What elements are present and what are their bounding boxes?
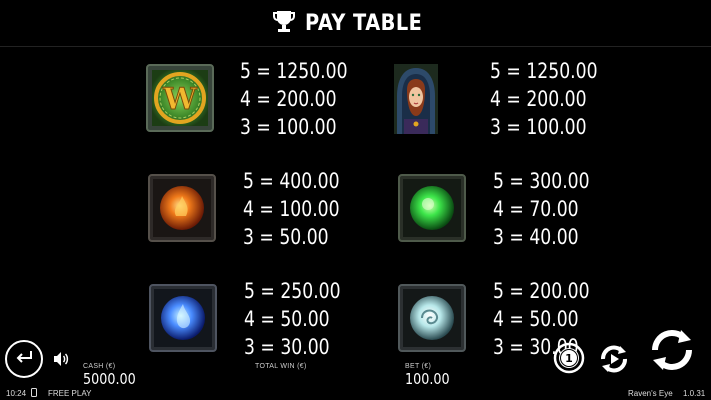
paytable-header: PAY TABLE: [0, 0, 711, 46]
pay-line-4: 4 = 50.00: [493, 307, 579, 331]
play-mode: FREE PLAY: [48, 389, 92, 398]
coin-stack-icon: 1: [553, 342, 585, 374]
pay-line-3: 3 = 50.00: [243, 225, 329, 249]
paytable-values-hooded-woman: 5 = 1250.00 4 = 200.00 3 = 100.00: [490, 57, 598, 141]
spin-button[interactable]: [648, 326, 696, 374]
back-button[interactable]: [5, 340, 43, 378]
sound-toggle-button[interactable]: [52, 350, 70, 368]
pay-line-5: 5 = 250.00: [244, 279, 341, 303]
status-bar: 10:24 FREE PLAY Raven's Eye 1.0.31: [0, 387, 711, 400]
total-win-label: TOTAL WIN (€): [255, 363, 307, 370]
pay-line-5: 5 = 1250.00: [240, 59, 348, 83]
device-icon: [31, 388, 37, 399]
pay-line-3: 3 = 100.00: [490, 115, 587, 139]
pay-line-3: 3 = 100.00: [240, 115, 337, 139]
bet-value: 100.00: [405, 370, 450, 388]
autoplay-button[interactable]: [598, 343, 630, 375]
pay-line-5: 5 = 200.00: [493, 279, 590, 303]
header-divider: [0, 46, 711, 47]
orange-fire-stone-symbol: [148, 174, 216, 242]
speaker-icon: [52, 352, 70, 372]
cash-label: CASH (€): [83, 363, 116, 370]
pay-line-4: 4 = 70.00: [493, 197, 579, 221]
paytable-values-wild: 5 = 1250.00 4 = 200.00 3 = 100.00: [240, 57, 348, 141]
coin-value-button[interactable]: 1: [553, 342, 585, 374]
page-title: PAY TABLE: [304, 10, 423, 36]
pay-line-3: 3 = 40.00: [493, 225, 579, 249]
clock-time: 10:24: [6, 389, 27, 398]
svg-text:W: W: [162, 82, 198, 117]
return-arrow-icon: [14, 349, 34, 370]
cash-value: 5000.00: [83, 370, 136, 388]
wild-w-symbol: W: [146, 64, 214, 132]
game-name: Raven's Eye: [628, 389, 673, 398]
game-version: 1.0.31: [683, 389, 706, 398]
autoplay-icon: [601, 345, 627, 373]
pay-line-4: 4 = 100.00: [243, 197, 340, 221]
pay-line-4: 4 = 200.00: [240, 87, 337, 111]
hooded-woman-symbol: [394, 64, 438, 134]
trophy-icon: [272, 9, 295, 38]
paytable-values-green-stone: 5 = 300.00 4 = 70.00 3 = 40.00: [493, 167, 590, 251]
pay-line-3: 3 = 30.00: [244, 335, 330, 359]
pay-line-5: 5 = 1250.00: [490, 59, 598, 83]
blue-water-stone-symbol: [149, 284, 217, 352]
pay-line-4: 4 = 50.00: [244, 307, 330, 331]
bet-label: BET (€): [405, 363, 432, 370]
pay-line-4: 4 = 200.00: [490, 87, 587, 111]
green-stone-symbol: [398, 174, 466, 242]
paytable-values-orange-stone: 5 = 400.00 4 = 100.00 3 = 50.00: [243, 167, 340, 251]
white-wind-stone-symbol: [398, 284, 466, 352]
spin-arrows-icon: [652, 330, 692, 370]
coin-value-text: 1: [565, 352, 573, 365]
pay-line-5: 5 = 400.00: [243, 169, 340, 193]
paytable-values-blue-stone: 5 = 250.00 4 = 50.00 3 = 30.00: [244, 277, 341, 361]
pay-line-5: 5 = 300.00: [493, 169, 590, 193]
